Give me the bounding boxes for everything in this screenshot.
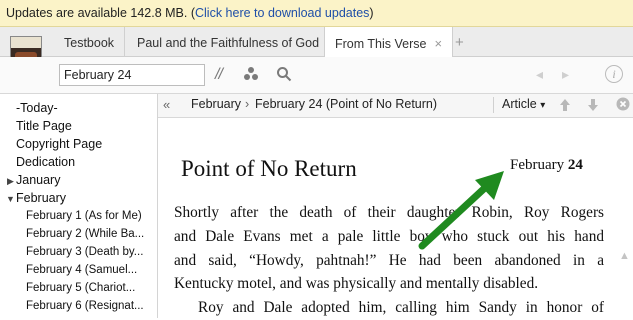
divider — [493, 97, 494, 113]
toc-item-copyright-page[interactable]: Copyright Page — [16, 137, 102, 151]
paragraph-line: and said, “Howdy, pahtnah!” He had been … — [174, 251, 604, 269]
back-icon[interactable]: ◂ — [536, 66, 543, 83]
toc-item-january[interactable]: January — [16, 173, 60, 187]
toc-item-february[interactable]: February — [16, 191, 66, 205]
article-title: Point of No Return — [181, 156, 357, 181]
toc-item-today[interactable]: -Today- — [16, 101, 58, 115]
collapse-sidebar-icon[interactable]: « — [163, 97, 170, 112]
update-banner: Updates are available 142.8 MB. (Click h… — [0, 0, 633, 27]
article-paragraph-2: Roy and Dale adopted him, calling him Sa… — [198, 296, 604, 320]
article-date-day: 24 — [567, 157, 583, 173]
toc-subitem-february-2[interactable]: February 2 (While Ba... — [26, 228, 154, 240]
toc-subitem-february-1[interactable]: February 1 (As for Me) — [26, 210, 154, 222]
breadcrumb-february-24[interactable]: February 24 (Point of No Return) — [255, 97, 437, 111]
info-icon-glyph: i — [612, 67, 616, 81]
tab-paul-and-the-faithfulness-of-god[interactable]: Paul and the Faithfulness of God — [127, 27, 329, 57]
collapse-triangle-icon[interactable]: ▼ — [6, 194, 15, 204]
tab-label: Paul and the Faithfulness of God — [137, 36, 320, 50]
toc-subitem-february-5[interactable]: February 5 (Chariot... — [26, 282, 154, 294]
reference-input[interactable] — [59, 64, 205, 86]
article-view-dropdown[interactable]: Article ▾ — [502, 97, 545, 111]
toc-item-title-page[interactable]: Title Page — [16, 119, 72, 133]
tab-label: From This Verse — [335, 37, 427, 51]
tab-testbook[interactable]: Testbook — [54, 27, 126, 57]
tab-from-this-verse[interactable]: From This Verse × — [324, 27, 454, 58]
paragraph-line: Roy and Dale adopted him, calling him Sa… — [198, 299, 604, 316]
article-date: February 24 — [510, 157, 583, 174]
tab-label: Testbook — [64, 36, 115, 50]
chevron-down-icon: ▾ — [540, 100, 546, 111]
search-icon[interactable] — [276, 66, 292, 82]
paragraph-line: Shortly after the death of their daughte… — [174, 204, 604, 221]
previous-article-icon[interactable] — [558, 97, 572, 113]
close-tab-icon[interactable]: × — [434, 36, 442, 51]
new-tab-icon[interactable]: + — [455, 34, 464, 51]
parallel-resources-icon[interactable]: // — [215, 66, 223, 84]
forward-icon[interactable]: ▸ — [562, 66, 569, 83]
download-updates-link[interactable]: Click here to download updates — [195, 6, 369, 20]
update-banner-text: Updates are available 142.8 MB. ( — [6, 6, 195, 20]
toc-subitem-february-6[interactable]: February 6 (Resignat... — [26, 300, 154, 312]
scroll-up-icon[interactable]: ▲ — [619, 250, 630, 262]
breadcrumb-separator: › — [245, 97, 250, 111]
info-icon[interactable]: i — [605, 65, 623, 83]
paragraph-line: Kentucky motel, and was physically and m… — [174, 275, 539, 293]
visual-filter-icon[interactable] — [243, 66, 259, 82]
update-banner-close-paren: ) — [369, 6, 374, 20]
article-date-month: February — [510, 157, 568, 173]
toc-item-dedication[interactable]: Dedication — [16, 155, 75, 169]
expand-triangle-icon[interactable]: ▶ — [7, 176, 14, 187]
next-article-icon[interactable] — [586, 97, 600, 113]
breadcrumb-february[interactable]: February — [191, 97, 241, 111]
toc-subitem-february-3[interactable]: February 3 (Death by... — [26, 246, 154, 258]
article-view-label: Article — [502, 97, 537, 111]
paragraph-line: and Dale Evans met a pale little boy who… — [174, 227, 604, 245]
article-paragraph: Shortly after the death of their daughte… — [174, 201, 604, 296]
close-panel-icon[interactable] — [616, 97, 630, 111]
toc-subitem-february-4[interactable]: February 4 (Samuel... — [26, 264, 154, 276]
